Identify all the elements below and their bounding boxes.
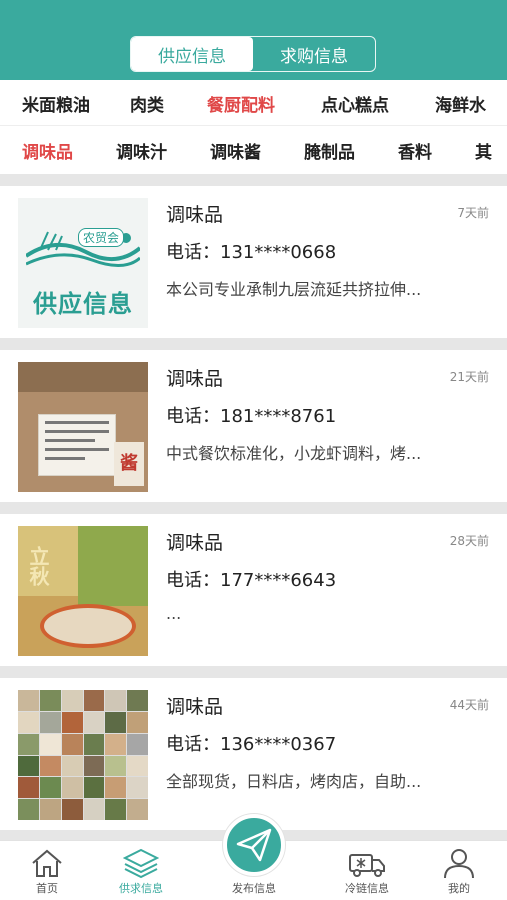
divider [0,338,507,350]
tab-label: 供求信息 [119,882,163,895]
listing-time: 7天前 [457,206,489,220]
category-tab[interactable]: 米面粮油 [22,91,90,116]
subcategory-tab[interactable]: 香料 [398,138,432,163]
category-tabs: 米面粮油 肉类 餐厨配料 点心糕点 海鲜水 [0,82,507,126]
layers-icon [123,848,159,879]
divider [0,502,507,514]
listing-card[interactable]: 农贸会 供应信息 调味品 7天前 电话：131****0668 本公司专业承制九… [0,186,507,332]
subcategory-tab[interactable]: 腌制品 [304,138,355,163]
subcategory-tab[interactable]: 调味汁 [116,138,167,163]
listing-description: ... [166,604,182,623]
publish-button[interactable] [223,814,285,876]
product-label-image [38,414,116,476]
tab-label: 冷链信息 [345,882,389,895]
subcategory-tabs: 调味品 调味汁 调味酱 腌制品 香料 其 [0,128,507,172]
listing-description: 本公司专业承制九层流延共挤拉伸... [166,280,422,299]
carton-image [18,362,148,392]
listing-title: 调味品 [166,532,224,554]
listing-title: 调味品 [166,696,224,718]
listing-description: 中式餐饮标准化，小龙虾调料，烤... [166,444,422,463]
logo-text: 农贸会 [78,228,125,247]
tab-supply-info[interactable]: 供应信息 [131,37,253,71]
listing-phone: 电话：177****6643 [166,570,337,591]
category-tab[interactable]: 海鲜水 [435,91,486,116]
tab-label: 首页 [36,882,58,895]
listing-thumbnail: 农贸会 供应信息 [18,198,148,328]
divider [0,174,507,186]
seal-stamp: 酱料 [114,442,144,486]
listing-thumbnail: 酱料 [18,362,148,492]
divider [0,666,507,678]
hotpot-image [40,604,136,648]
publish-label: 发布信息 [232,882,276,895]
truck-icon [349,854,385,877]
listing-phone: 电话：136****0367 [166,734,337,755]
thumbnail-caption: 供应信息 [33,290,133,318]
tab-mine[interactable]: 我的 [414,841,504,900]
listing-phone: 电话：131****0668 [166,242,337,263]
home-icon [32,849,62,877]
tab-label: 我的 [448,882,470,895]
subcategory-tab[interactable]: 其 [475,138,492,163]
tree-image [78,526,148,606]
listing-card[interactable]: 酱料 调味品 21天前 电话：181****8761 中式餐饮标准化，小龙虾调料… [0,350,507,496]
subcategory-tab-active[interactable]: 调味品 [22,138,73,163]
tab-supply-demand[interactable]: 供求信息 [96,841,186,900]
paper-plane-icon [236,828,272,862]
listing-card[interactable]: 立秋 调味品 28天前 电话：177****6643 ... [0,514,507,660]
listing-title: 调味品 [166,204,224,226]
listing-thumbnail [18,690,148,820]
listing-description: 全部现货，日料店，烤肉店，自助... [166,772,422,791]
tab-purchase-info[interactable]: 求购信息 [253,37,375,71]
listing-title: 调味品 [166,368,224,390]
user-icon [444,849,474,879]
info-type-switch: 供应信息 求购信息 [130,36,376,72]
listing-time: 44天前 [449,698,489,712]
category-tab[interactable]: 肉类 [130,91,164,116]
category-tab[interactable]: 点心糕点 [321,91,389,116]
tab-cold-chain[interactable]: 冷链信息 [322,841,412,900]
listing-time: 28天前 [449,534,489,548]
listing-phone: 电话：181****8761 [166,406,337,427]
header-bar: 供应信息 求购信息 [0,0,507,80]
subcategory-tab[interactable]: 调味酱 [210,138,261,163]
category-tab-active[interactable]: 餐厨配料 [207,91,275,116]
listing-card[interactable]: 调味品 44天前 电话：136****0367 全部现货，日料店，烤肉店，自助.… [0,678,507,824]
listing-time: 21天前 [449,370,489,384]
thumbnail-caption: 立秋 [26,546,50,586]
listing-thumbnail: 立秋 [18,526,148,656]
tab-home[interactable]: 首页 [2,841,92,900]
